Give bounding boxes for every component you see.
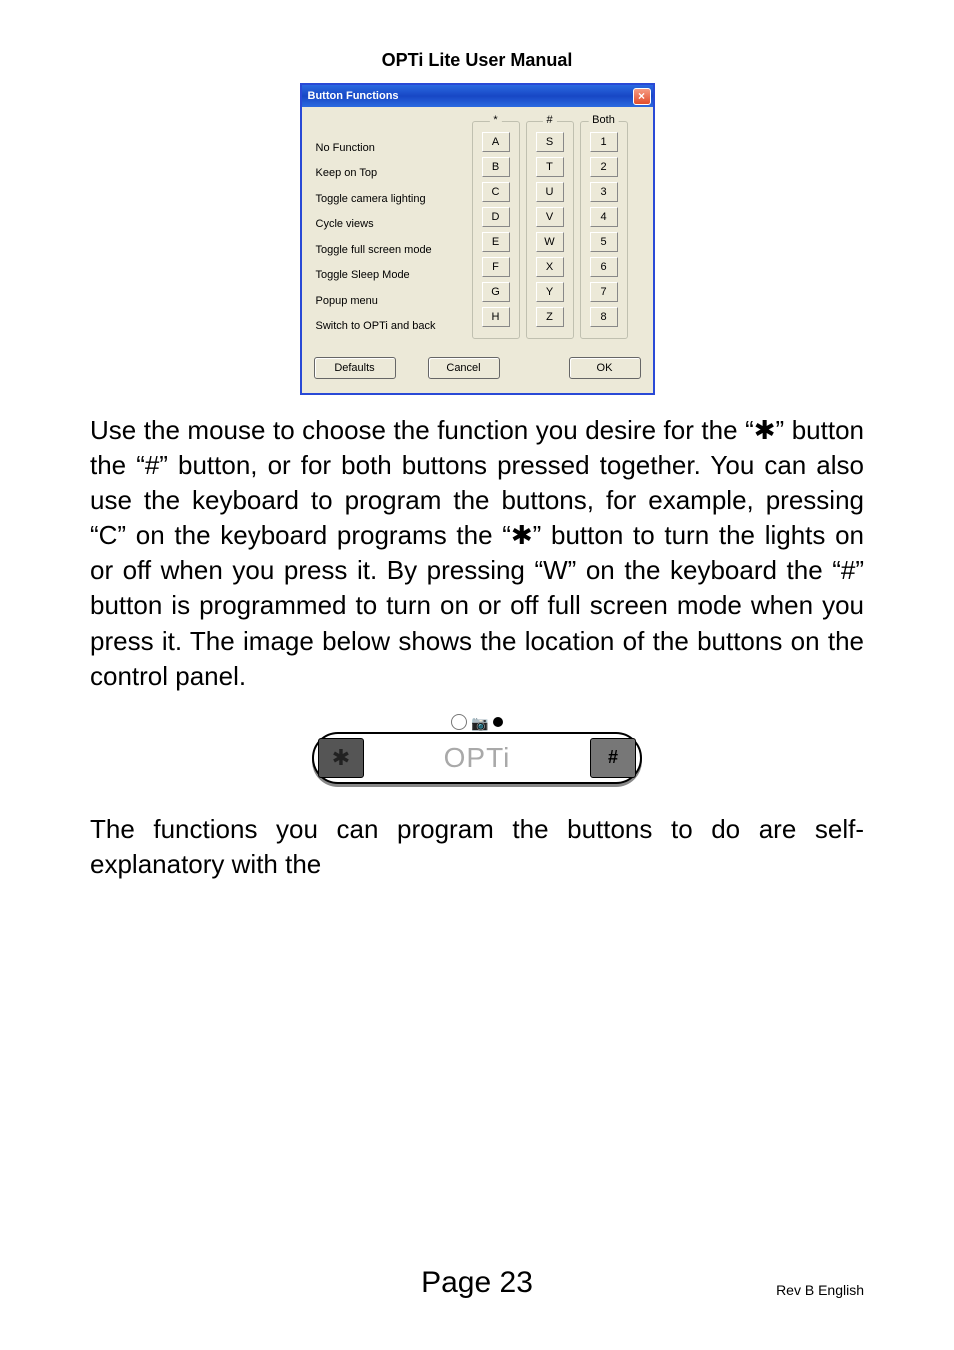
- key-button[interactable]: C: [482, 182, 510, 202]
- function-item[interactable]: Cycle views: [316, 212, 466, 238]
- function-item[interactable]: Switch to OPTi and back: [316, 314, 466, 340]
- function-item[interactable]: Toggle camera lighting: [316, 186, 466, 212]
- function-list: No Function Keep on Top Toggle camera li…: [316, 117, 466, 339]
- key-button[interactable]: D: [482, 207, 510, 227]
- cancel-button[interactable]: Cancel: [428, 357, 500, 379]
- close-icon: ×: [638, 90, 645, 102]
- dialog-title: Button Functions: [308, 90, 399, 102]
- page-number: Page 23: [421, 1266, 533, 1300]
- close-button[interactable]: ×: [633, 88, 651, 105]
- button-functions-dialog: Button Functions × No Function Keep on T…: [300, 83, 655, 395]
- key-button[interactable]: 1: [590, 132, 618, 152]
- function-item[interactable]: Keep on Top: [316, 161, 466, 187]
- key-button[interactable]: V: [536, 207, 564, 227]
- key-button[interactable]: F: [482, 257, 510, 277]
- camera-icon: 📷: [471, 716, 488, 730]
- key-button[interactable]: 4: [590, 207, 618, 227]
- hash-column: # S T U V W X Y Z: [526, 121, 574, 339]
- page-title: OPTi Lite User Manual: [90, 50, 864, 71]
- key-button[interactable]: 6: [590, 257, 618, 277]
- key-button[interactable]: Y: [536, 282, 564, 302]
- key-button[interactable]: 2: [590, 157, 618, 177]
- hash-button: #: [590, 738, 636, 778]
- key-button[interactable]: H: [482, 307, 510, 327]
- key-button[interactable]: 7: [590, 282, 618, 302]
- star-button: ✱: [318, 738, 364, 778]
- both-column: Both 1 2 3 4 5 6 7 8: [580, 121, 628, 339]
- star-column: * A B C D E F G H: [472, 121, 520, 339]
- revision-label: Rev B English: [776, 1282, 864, 1298]
- key-button[interactable]: B: [482, 157, 510, 177]
- star-label: *: [489, 114, 501, 126]
- function-item[interactable]: No Function: [316, 135, 466, 161]
- panel-brand: OPTi: [364, 742, 590, 774]
- key-button[interactable]: G: [482, 282, 510, 302]
- indicator-circle-icon: [451, 714, 467, 730]
- indicator-dot-icon: [493, 717, 503, 727]
- both-label: Both: [588, 114, 619, 126]
- key-button[interactable]: W: [536, 232, 564, 252]
- defaults-button[interactable]: Defaults: [314, 357, 396, 379]
- function-item[interactable]: Toggle full screen mode: [316, 237, 466, 263]
- body-paragraph-1: Use the mouse to choose the function you…: [90, 413, 864, 694]
- body-paragraph-2: The functions you can program the button…: [90, 812, 864, 882]
- key-button[interactable]: 5: [590, 232, 618, 252]
- key-button[interactable]: 8: [590, 307, 618, 327]
- key-button[interactable]: Z: [536, 307, 564, 327]
- key-button[interactable]: T: [536, 157, 564, 177]
- dialog-titlebar: Button Functions ×: [302, 85, 653, 107]
- key-button[interactable]: S: [536, 132, 564, 152]
- function-item[interactable]: Toggle Sleep Mode: [316, 263, 466, 289]
- key-button[interactable]: U: [536, 182, 564, 202]
- key-button[interactable]: 3: [590, 182, 618, 202]
- ok-button[interactable]: OK: [569, 357, 641, 379]
- hash-label: #: [542, 114, 556, 126]
- key-button[interactable]: A: [482, 132, 510, 152]
- key-button[interactable]: E: [482, 232, 510, 252]
- control-panel-diagram: 📷 ✱ OPTi #: [312, 714, 642, 784]
- function-item[interactable]: Popup menu: [316, 288, 466, 314]
- key-button[interactable]: X: [536, 257, 564, 277]
